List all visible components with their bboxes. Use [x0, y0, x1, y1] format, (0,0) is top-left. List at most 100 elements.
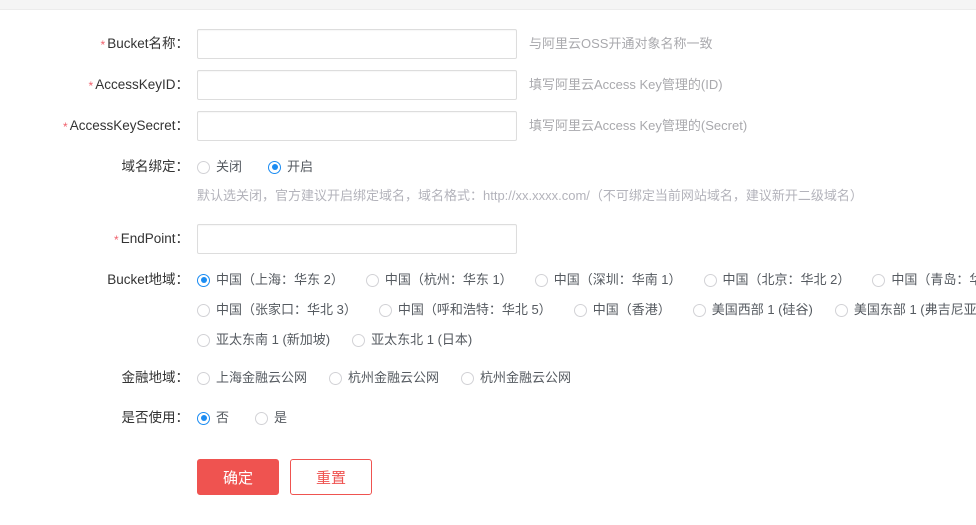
radio-label: 中国（张家口：华北 3） — [216, 302, 357, 317]
form-row-enabled: 是否使用： 否 是 — [0, 403, 976, 433]
label-text: AccessKeySecret： — [69, 118, 189, 133]
label-domain-binding: 域名绑定： — [121, 159, 190, 174]
radio-dot-icon — [197, 273, 210, 287]
label-bucket-name: * Bucket名称： — [0, 29, 197, 60]
reset-button[interactable]: 重置 — [290, 459, 372, 495]
field-enabled: 否 是 — [197, 403, 976, 433]
required-marker-icon: * — [114, 233, 119, 247]
field-finance-region: 上海金融云公网 杭州金融云公网 杭州金融云公网 — [197, 363, 976, 393]
radio-dot-icon — [534, 273, 548, 287]
radio-region-zhangjiakou[interactable]: 中国（张家口：华北 3） — [197, 299, 357, 321]
radio-label: 美国西部 1 (硅谷) — [711, 302, 813, 317]
radio-region-shenzhen[interactable]: 中国（深圳：华南 1） — [534, 269, 682, 291]
access-key-secret-input[interactable] — [197, 111, 517, 141]
field-domain-binding: 关闭 开启 — [197, 152, 976, 182]
radio-dot-icon — [573, 303, 587, 317]
radio-region-hongkong[interactable]: 中国（香港） — [573, 299, 671, 321]
radio-dot-icon — [352, 333, 366, 347]
radio-label: 中国（青岛：华北 1） — [891, 272, 976, 287]
form-row-bucket-name: * Bucket名称： 与阿里云OSS开通对象名称一致 — [0, 29, 976, 60]
radio-dot-icon — [197, 371, 210, 385]
label-access-key-id: * AccessKeyID： — [0, 70, 197, 101]
label-finance-region: 金融地域： — [121, 370, 190, 385]
form-actions: 确定 重置 — [0, 459, 976, 495]
bucket-region-row: 中国（上海：华东 2） 中国（杭州：华东 1） 中国（深圳：华南 1） 中国（北… — [197, 265, 976, 295]
form-row-domain-binding-hint: 默认选关闭，官方建议开启绑定域名，域名格式：http://xx.xxxx.com… — [0, 184, 976, 214]
endpoint-input[interactable] — [197, 224, 517, 254]
radio-region-ap-northeast-1[interactable]: 亚太东北 1 (日本) — [352, 329, 472, 351]
bucket-name-input[interactable] — [197, 29, 517, 59]
required-marker-icon: * — [100, 38, 106, 52]
radio-label: 美国东部 1 (弗吉尼亚) — [853, 302, 976, 317]
form-row-endpoint: * EndPoint： — [0, 224, 976, 255]
radio-label: 亚太东北 1 (日本) — [371, 332, 473, 347]
radio-label: 中国（北京：华北 2） — [722, 272, 851, 287]
form-row-finance-region: 金融地域： 上海金融云公网 杭州金融云公网 杭州金融云公网 — [0, 363, 976, 393]
radio-enabled-no[interactable]: 否 — [197, 407, 229, 429]
label-text: Bucket名称： — [107, 36, 189, 51]
radio-dot-icon — [872, 273, 886, 287]
radio-region-shanghai[interactable]: 中国（上海：华东 2） — [197, 269, 344, 291]
label-bucket-region: Bucket地域： — [107, 272, 189, 287]
field-endpoint — [197, 224, 976, 254]
radio-dot-icon — [255, 411, 269, 425]
radio-label: 是 — [274, 410, 288, 425]
radio-label: 上海金融云公网 — [216, 370, 308, 385]
access-key-id-input[interactable] — [197, 70, 517, 100]
required-marker-icon: * — [88, 79, 94, 93]
bucket-region-row: 中国（张家口：华北 3） 中国（呼和浩特：华北 5） 中国（香港） 美国西部 1… — [197, 295, 976, 325]
form-row-access-key-id: * AccessKeyID： 填写阿里云Access Key管理的(ID) — [0, 70, 976, 101]
radio-region-us-east-1[interactable]: 美国东部 1 (弗吉尼亚) — [834, 299, 976, 321]
field-access-key-secret: 填写阿里云Access Key管理的(Secret) — [197, 111, 976, 141]
radio-label: 中国（呼和浩特：华北 5） — [397, 302, 552, 317]
radio-region-hangzhou[interactable]: 中国（杭州：华东 1） — [365, 269, 513, 291]
radio-dot-icon — [197, 160, 210, 174]
radio-label: 中国（香港） — [592, 302, 671, 317]
radio-label: 亚太东南 1 (新加坡) — [216, 332, 331, 347]
submit-button[interactable]: 确定 — [197, 459, 279, 495]
radio-dot-icon — [197, 411, 210, 425]
radio-dot-icon — [378, 303, 392, 317]
radio-dot-icon — [703, 273, 717, 287]
radio-domain-binding-on[interactable]: 开启 — [268, 156, 313, 178]
label-enabled: 是否使用： — [121, 410, 190, 425]
radio-domain-binding-off[interactable]: 关闭 — [197, 156, 242, 178]
radio-label: 开启 — [287, 159, 314, 174]
hint-bucket-name: 与阿里云OSS开通对象名称一致 — [529, 36, 713, 51]
radio-label: 杭州金融云公网 — [480, 370, 572, 385]
radio-region-beijing[interactable]: 中国（北京：华北 2） — [703, 269, 851, 291]
radio-finance-hangzhou-2[interactable]: 杭州金融云公网 — [461, 367, 571, 389]
hint-access-key-id: 填写阿里云Access Key管理的(ID) — [529, 77, 723, 92]
radio-dot-icon — [692, 303, 706, 317]
radio-region-us-west-1[interactable]: 美国西部 1 (硅谷) — [692, 299, 813, 321]
radio-label: 否 — [216, 410, 230, 425]
radio-finance-shanghai[interactable]: 上海金融云公网 — [197, 367, 307, 389]
radio-label: 杭州金融云公网 — [348, 370, 440, 385]
radio-label: 中国（杭州：华东 1） — [384, 272, 513, 287]
radio-dot-icon — [197, 333, 210, 347]
radio-region-huhehaote[interactable]: 中国（呼和浩特：华北 5） — [378, 299, 552, 321]
radio-dot-icon — [329, 371, 343, 385]
radio-dot-icon — [365, 273, 379, 287]
required-marker-icon: * — [63, 120, 68, 134]
radio-finance-hangzhou-1[interactable]: 杭州金融云公网 — [329, 367, 439, 389]
hint-domain-binding: 默认选关闭，官方建议开启绑定域名，域名格式：http://xx.xxxx.com… — [197, 188, 863, 203]
label-access-key-secret: * AccessKeySecret： — [0, 111, 197, 142]
label-text: EndPoint： — [120, 231, 189, 246]
radio-label: 中国（上海：华东 2） — [216, 272, 344, 287]
radio-dot-icon — [834, 303, 848, 317]
top-bar — [0, 0, 976, 10]
field-bucket-region: 中国（上海：华东 2） 中国（杭州：华东 1） 中国（深圳：华南 1） 中国（北… — [197, 265, 976, 355]
radio-label: 关闭 — [216, 159, 243, 174]
field-access-key-id: 填写阿里云Access Key管理的(ID) — [197, 70, 976, 100]
radio-region-qingdao[interactable]: 中国（青岛：华北 1） — [872, 269, 976, 291]
oss-config-form: * Bucket名称： 与阿里云OSS开通对象名称一致 * AccessKeyID：… — [0, 10, 976, 495]
label-text: AccessKeyID： — [95, 77, 189, 92]
hint-access-key-secret: 填写阿里云Access Key管理的(Secret) — [529, 118, 748, 133]
radio-region-ap-southeast-1[interactable]: 亚太东南 1 (新加坡) — [197, 329, 330, 351]
form-row-access-key-secret: * AccessKeySecret： 填写阿里云Access Key管理的(Sec… — [0, 111, 976, 142]
radio-label: 中国（深圳：华南 1） — [553, 272, 682, 287]
radio-dot-icon — [268, 160, 282, 174]
field-domain-binding-hint: 默认选关闭，官方建议开启绑定域名，域名格式：http://xx.xxxx.com… — [197, 184, 976, 214]
radio-enabled-yes[interactable]: 是 — [255, 407, 287, 429]
